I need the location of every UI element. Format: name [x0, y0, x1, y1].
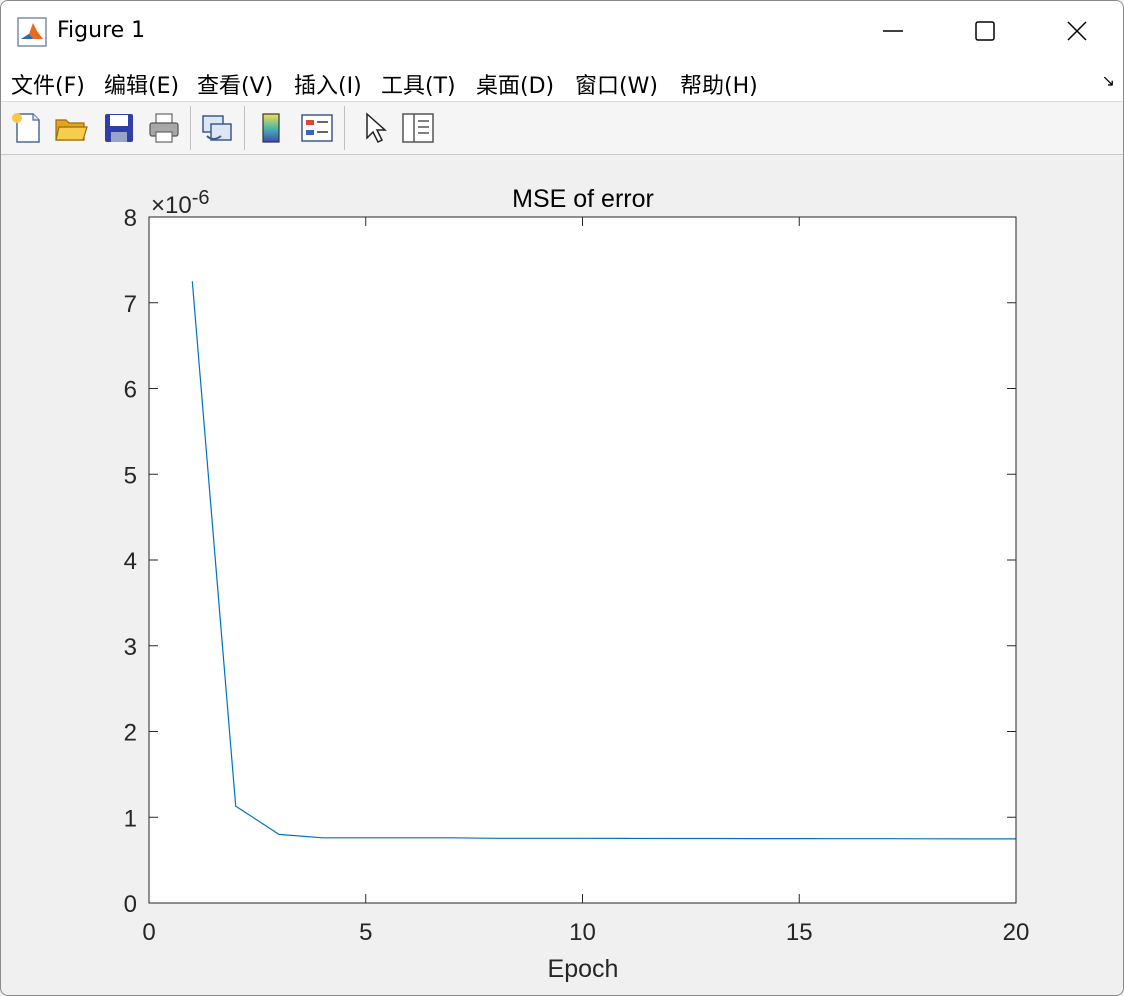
x-tick-label: 20 — [1003, 919, 1030, 946]
menu-window[interactable]: 窗口(W) — [575, 68, 658, 100]
x-tick-label: 10 — [569, 919, 596, 946]
menu-edit[interactable]: 编辑(E) — [104, 68, 179, 100]
open-file-icon[interactable] — [53, 110, 89, 146]
chart-svg: 0 5 10 15 20 0 1 2 3 4 5 6 7 8 MSE of error Epoch ×10… — [124, 185, 1030, 983]
x-axis-label: Epoch — [548, 955, 619, 983]
figure-area: 0 5 10 15 20 0 1 2 3 4 5 6 7 8 MSE of error Epoch ×10… — [1, 154, 1123, 995]
x-tick-label: 0 — [142, 919, 155, 946]
colorbar-icon[interactable] — [253, 110, 289, 146]
print-icon[interactable] — [146, 110, 182, 146]
menu-file[interactable]: 文件(F) — [11, 68, 85, 100]
x-tick-label: 5 — [359, 919, 372, 946]
pointer-icon[interactable] — [357, 110, 393, 146]
y-tick-label: 2 — [124, 720, 137, 747]
title-bar: Figure 1 — [1, 1, 1123, 59]
y-tick-label: 6 — [124, 377, 137, 404]
menu-bar: 文件(F) 编辑(E) 查看(V) 插入(I) 工具(T) 桌面(D) 窗口(W… — [1, 59, 1123, 101]
toolbar-separator — [244, 106, 245, 150]
y-exponent-power: -6 — [192, 187, 210, 209]
minimize-icon — [883, 30, 903, 32]
y-tick-label: 1 — [124, 805, 137, 832]
y-tick-label: 7 — [124, 291, 137, 318]
y-tick-label: 4 — [124, 548, 137, 575]
menu-view[interactable]: 查看(V) — [197, 68, 273, 100]
y-exponent-label: ×10-6 — [151, 187, 210, 219]
chart-title: MSE of error — [512, 185, 654, 213]
minimize-button[interactable] — [847, 1, 939, 59]
save-icon[interactable] — [101, 110, 137, 146]
close-icon — [1067, 21, 1087, 41]
toolbar — [1, 101, 1123, 155]
link-plot-icon[interactable] — [199, 110, 235, 146]
menu-insert[interactable]: 插入(I) — [294, 68, 362, 100]
toolbar-separator — [344, 106, 345, 150]
new-figure-icon[interactable] — [9, 110, 45, 146]
y-exponent-base: ×10 — [151, 192, 192, 219]
maximize-icon — [975, 21, 995, 41]
property-inspector-icon[interactable] — [400, 110, 436, 146]
menu-desktop[interactable]: 桌面(D) — [476, 68, 554, 100]
menu-tools[interactable]: 工具(T) — [381, 68, 456, 100]
menu-help[interactable]: 帮助(H) — [680, 68, 758, 100]
legend-icon[interactable] — [299, 110, 335, 146]
y-tick-label: 5 — [124, 462, 137, 489]
close-button[interactable] — [1031, 1, 1123, 59]
toolbar-separator — [190, 106, 191, 150]
y-tick-label: 0 — [124, 891, 137, 918]
window-title: Figure 1 — [57, 18, 146, 43]
matlab-icon — [17, 17, 47, 47]
figure-window: Figure 1 文件(F) 编辑(E) 查看(V) 插入(I) 工具(T) 桌… — [0, 0, 1124, 996]
plot-area — [149, 217, 1016, 903]
maximize-button[interactable] — [939, 1, 1031, 59]
x-tick-label: 15 — [786, 919, 813, 946]
y-tick-label: 8 — [124, 205, 137, 232]
dock-arrow-icon[interactable]: ↘ — [1102, 71, 1115, 91]
y-tick-label: 3 — [124, 634, 137, 661]
